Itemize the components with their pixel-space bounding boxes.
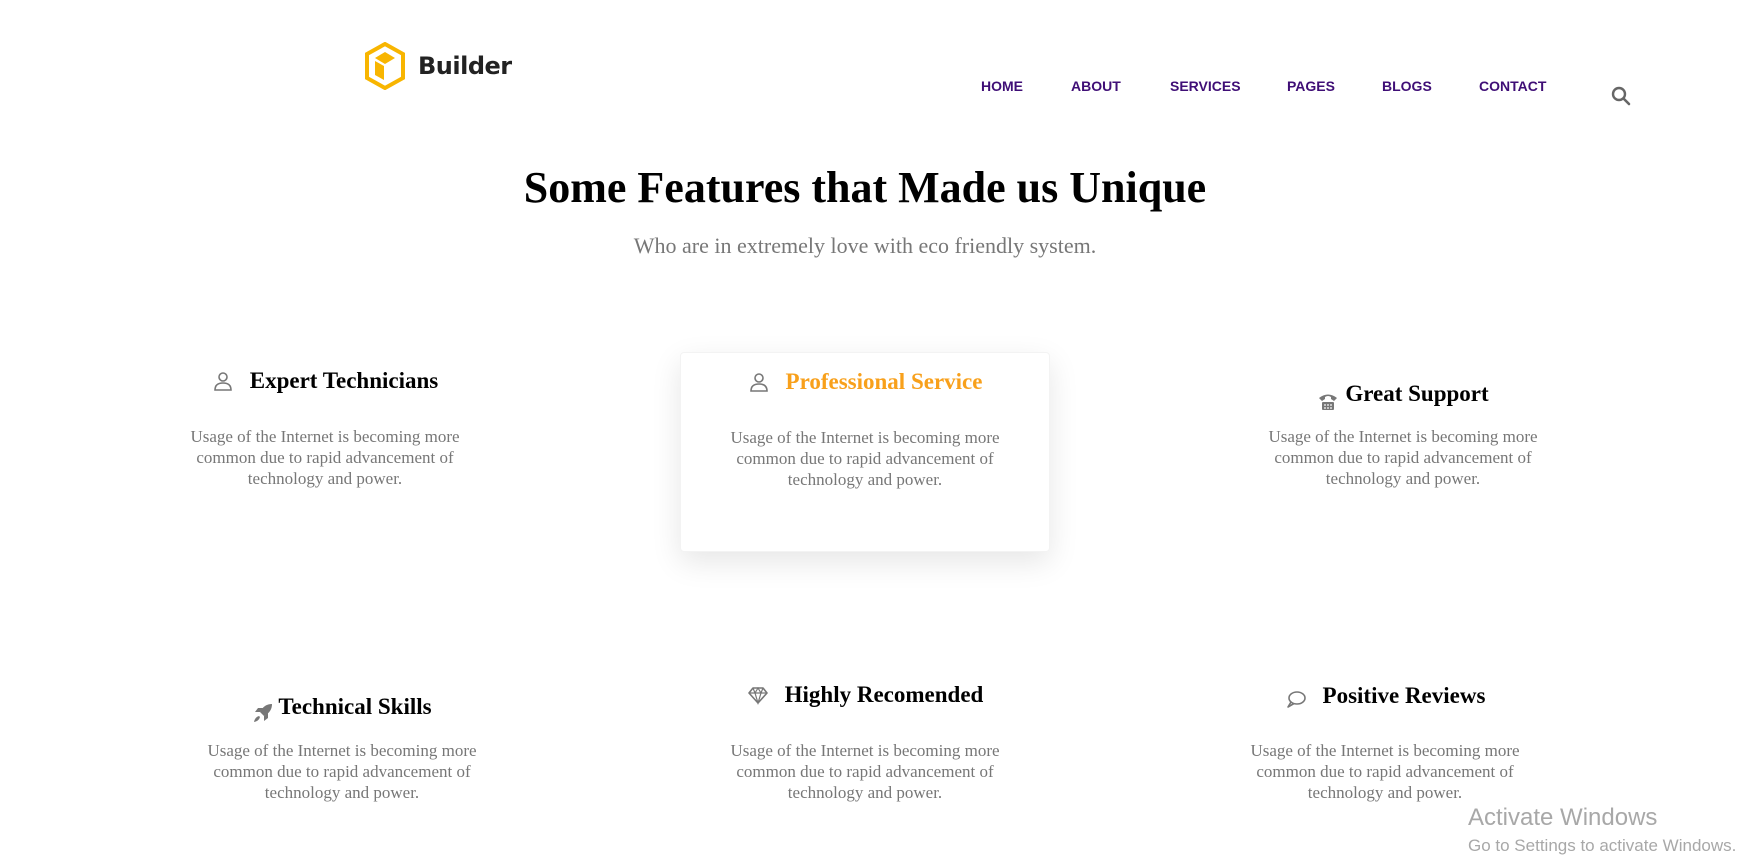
brand-logo[interactable]: Builder (364, 42, 512, 90)
feature-title: Technical Skills (278, 694, 432, 719)
activate-windows-subtitle: Go to Settings to activate Windows. (1468, 836, 1737, 855)
feature-card-highly-recomended: Highly Recomended Usage of the Internet … (680, 666, 1050, 816)
feature-card-great-support: Great Support Usage of the Internet is b… (1218, 352, 1588, 502)
nav-pages[interactable]: PAGES (1287, 78, 1335, 94)
feature-card-expert-technicians: Expert Technicians Usage of the Internet… (140, 352, 510, 502)
nav-blogs[interactable]: BLOGS (1382, 78, 1432, 94)
section-subtitle: Who are in extremely love with eco frien… (633, 233, 1097, 258)
feature-title: Highly Recomended (784, 682, 984, 707)
chat-bubble-icon (1286, 691, 1306, 708)
feature-text: Usage of the Internet is becoming more c… (730, 741, 1000, 802)
feature-title: Great Support (1345, 381, 1489, 406)
rocket-icon (254, 704, 273, 722)
feature-text: Usage of the Internet is becoming more c… (190, 427, 460, 488)
user-icon (749, 373, 768, 392)
nav-services[interactable]: SERVICES (1170, 78, 1241, 94)
feature-title: Expert Technicians (249, 368, 439, 393)
diamond-icon (747, 686, 768, 706)
activate-windows-title: Activate Windows (1468, 804, 1658, 831)
search-icon[interactable] (1610, 85, 1632, 107)
section-title: Some Features that Made us Unique (523, 163, 1207, 212)
feature-text: Usage of the Internet is becoming more c… (207, 741, 477, 802)
feature-card-positive-reviews: Positive Reviews Usage of the Internet i… (1200, 666, 1570, 816)
user-icon (213, 372, 232, 391)
feature-text: Usage of the Internet is becoming more c… (730, 428, 1000, 489)
nav-contact[interactable]: CONTACT (1479, 78, 1546, 94)
phone-icon (1319, 394, 1338, 410)
feature-title: Professional Service (785, 369, 983, 394)
nav-home[interactable]: HOME (981, 78, 1023, 94)
feature-text: Usage of the Internet is becoming more c… (1250, 741, 1520, 802)
cube-logo-icon (365, 42, 405, 90)
brand-name: Builder (418, 52, 512, 80)
feature-text: Usage of the Internet is becoming more c… (1268, 427, 1538, 488)
feature-card-technical-skills: Technical Skills Usage of the Internet i… (157, 666, 527, 816)
nav-about[interactable]: ABOUT (1071, 78, 1121, 94)
feature-card-professional-service: Professional Service Usage of the Intern… (680, 352, 1050, 552)
feature-title: Positive Reviews (1322, 683, 1486, 708)
